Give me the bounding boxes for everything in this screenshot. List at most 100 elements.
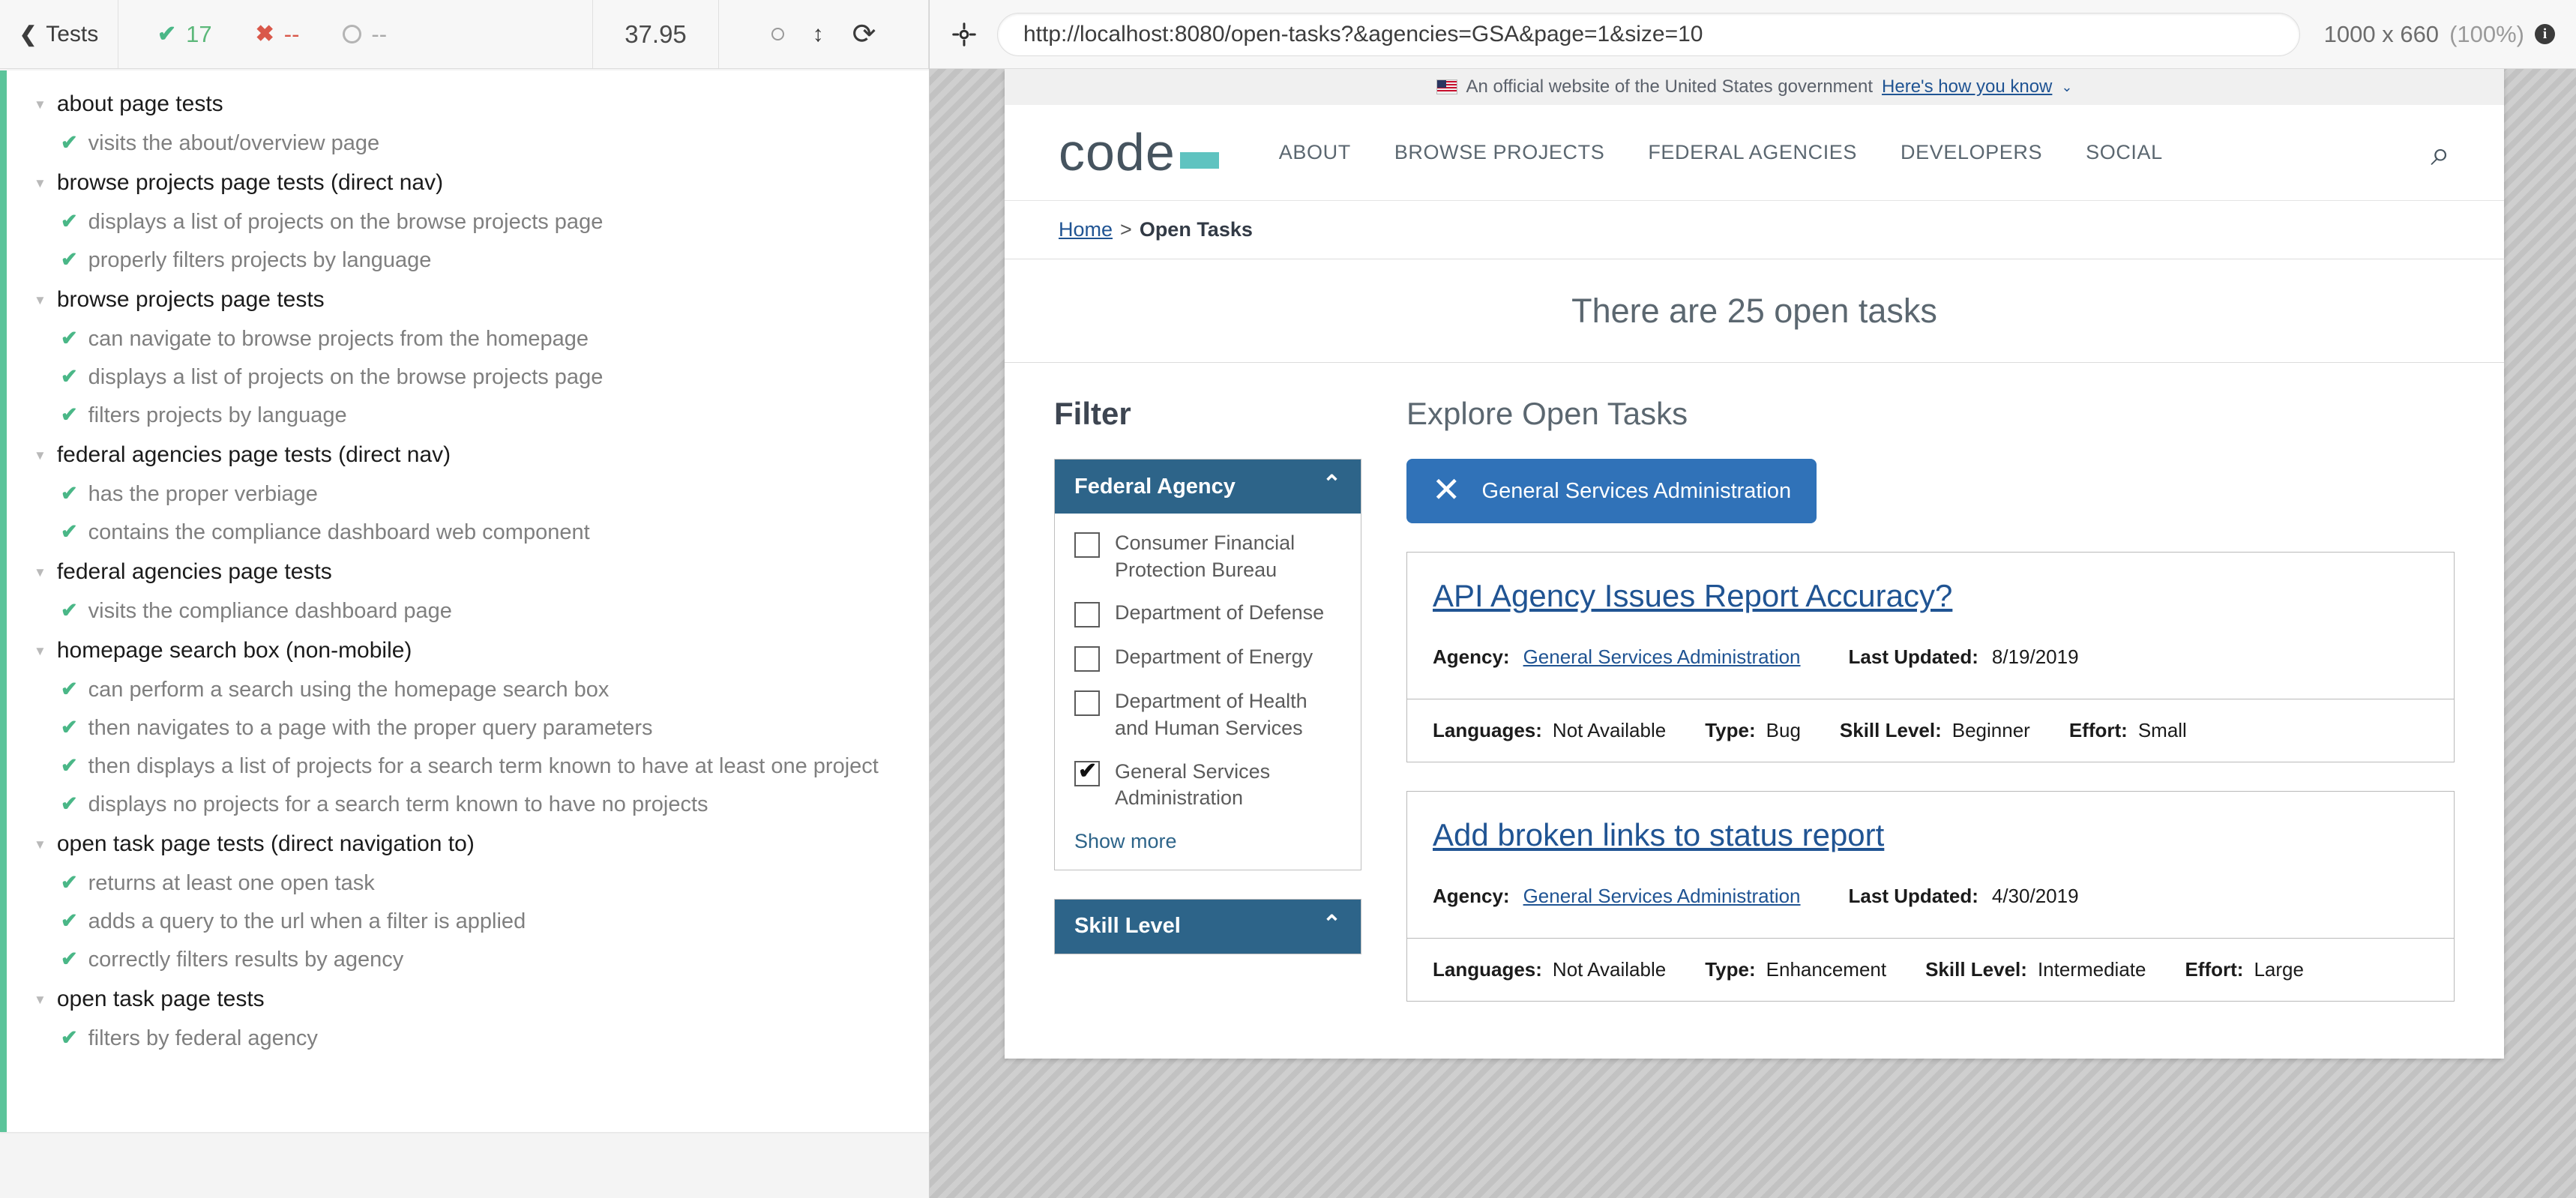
check-icon: ✔ [61, 248, 78, 271]
site-logo[interactable]: code [1059, 126, 1219, 178]
test-item[interactable]: ✔ adds a query to the url when a filter … [7, 903, 929, 941]
test-item[interactable]: ✔ has the proper verbiage [7, 475, 929, 514]
suite-header[interactable]: ▼ browse projects page tests (direct nav… [7, 163, 929, 203]
checkbox-row[interactable]: Consumer Financial Protection Bureau [1074, 530, 1341, 583]
test-item[interactable]: ✔ visits the compliance dashboard page [7, 592, 929, 630]
task-effort: Small [2137, 719, 2187, 741]
test-title: then displays a list of projects for a s… [88, 754, 879, 778]
check-icon: ✔ [61, 1026, 78, 1049]
task-meta: Agency: General Services Administration … [1433, 645, 2428, 669]
test-item[interactable]: ✔ can perform a search using the homepag… [7, 671, 929, 709]
task-last-updated: 8/19/2019 [1991, 645, 2079, 668]
test-list-panel[interactable]: ▼ about page tests ✔ visits the about/ov… [0, 69, 929, 1198]
nav-item-developers[interactable]: DEVELOPERS [1901, 141, 2042, 164]
check-icon: ✔ [61, 754, 78, 777]
suite-header[interactable]: ▼ about page tests [7, 84, 929, 124]
last-updated-label: Last Updated: [1848, 645, 1978, 668]
test-item[interactable]: ✔ filters by federal agency [7, 1020, 929, 1058]
test-item[interactable]: ✔ returns at least one open task [7, 864, 929, 903]
test-title: correctly filters results by agency [88, 948, 404, 972]
check-icon: ✔ [61, 716, 78, 738]
test-item[interactable]: ✔ properly filters projects by language [7, 241, 929, 280]
cypress-test-runner: ❮ Tests ✔ 17 ✖ -- -- 37.95 ↕ ⟳ ▼ about p… [0, 0, 930, 1198]
record-toggle-button[interactable] [771, 28, 784, 40]
check-icon: ✔ [61, 948, 78, 970]
filter-sidebar: Filter Federal Agency ⌃ Consumer Financi… [1054, 396, 1361, 1002]
checkbox-row[interactable]: Department of Defense [1074, 600, 1341, 628]
checkbox-row[interactable]: Department of Energy [1074, 644, 1341, 672]
task-title-link[interactable]: API Agency Issues Report Accuracy? [1433, 578, 1952, 614]
test-item[interactable]: ✔ then navigates to a page with the prop… [7, 709, 929, 747]
suite-header[interactable]: ▼ open task page tests (direct navigatio… [7, 824, 929, 864]
facet-skill-level-header[interactable]: Skill Level ⌃ [1055, 899, 1361, 954]
selector-playground-icon[interactable] [951, 21, 978, 48]
viewport-zoom: (100%) [2449, 20, 2524, 47]
test-title: has the proper verbiage [88, 482, 318, 506]
viewport-resize-button[interactable]: ↕ [813, 22, 824, 46]
test-item[interactable]: ✔ visits the about/overview page [7, 124, 929, 163]
close-icon[interactable]: ✕ [1432, 472, 1461, 507]
task-skill-level: Beginner [1951, 719, 2030, 741]
test-item[interactable]: ✔ correctly filters results by agency [7, 941, 929, 979]
task-card-footer: Languages: Not Available Type: Bug Skill… [1407, 699, 2454, 762]
task-agency-link[interactable]: General Services Administration [1523, 885, 1801, 908]
skill-level-label: Skill Level: [1839, 719, 1942, 741]
checkbox-icon[interactable] [1074, 602, 1100, 628]
check-icon: ✔ [61, 871, 78, 894]
nav-item-about[interactable]: ABOUT [1279, 141, 1351, 164]
facet-skill-level: Skill Level ⌃ [1054, 898, 1361, 954]
checkbox-row-selected[interactable]: General Services Administration [1074, 758, 1341, 812]
test-title: visits the about/overview page [88, 131, 380, 155]
test-item[interactable]: ✔ filters projects by language [7, 397, 929, 435]
url-input[interactable]: http://localhost:8080/open-tasks?&agenci… [997, 12, 2300, 56]
show-more-link[interactable]: Show more [1074, 828, 1341, 853]
test-item[interactable]: ✔ then displays a list of projects for a… [7, 747, 929, 786]
search-icon[interactable]: ⌕ [2431, 136, 2450, 170]
nav-item-social[interactable]: SOCIAL [2086, 141, 2163, 164]
nav-item-federal-agencies[interactable]: FEDERAL AGENCIES [1648, 141, 1857, 164]
test-item[interactable]: ✔ can navigate to browse projects from t… [7, 320, 929, 358]
last-updated-label: Last Updated: [1848, 885, 1978, 907]
test-item[interactable]: ✔ displays no projects for a search term… [7, 786, 929, 824]
breadcrumb: Home > Open Tasks [1005, 201, 2504, 259]
chevron-left-icon: ❮ [19, 22, 37, 46]
check-icon: ✔ [61, 365, 78, 388]
checkbox-checked-icon[interactable] [1074, 758, 1100, 786]
test-title: returns at least one open task [88, 871, 375, 895]
test-item[interactable]: ✔ displays a list of projects on the bro… [7, 358, 929, 397]
test-title: adds a query to the url when a filter is… [88, 909, 526, 933]
checkbox-icon[interactable] [1074, 690, 1100, 717]
task-title-link[interactable]: Add broken links to status report [1433, 817, 1884, 853]
reload-button[interactable]: ⟳ [852, 20, 876, 49]
app-root: ❮ Tests ✔ 17 ✖ -- -- 37.95 ↕ ⟳ ▼ about p… [0, 0, 2576, 1198]
task-card-body: Add broken links to status report Agency… [1407, 792, 2454, 938]
how-you-know-link[interactable]: Here's how you know [1882, 76, 2052, 97]
test-title: then navigates to a page with the proper… [88, 716, 653, 740]
checkbox-icon[interactable] [1074, 646, 1100, 672]
suite-header[interactable]: ▼ browse projects page tests [7, 280, 929, 320]
checkbox-icon[interactable] [1074, 532, 1100, 558]
check-icon: ✔ [61, 482, 78, 505]
task-agency-link[interactable]: General Services Administration [1523, 645, 1801, 669]
effort-label: Effort: [2068, 719, 2128, 741]
suite-header[interactable]: ▼ federal agencies page tests [7, 552, 929, 592]
checkbox-row[interactable]: Department of Health and Human Services [1074, 688, 1341, 741]
suite-header[interactable]: ▼ open task page tests [7, 979, 929, 1020]
suite-header[interactable]: ▼ homepage search box (non-mobile) [7, 630, 929, 671]
task-last-updated: 4/30/2019 [1991, 885, 2079, 907]
test-title: can navigate to browse projects from the… [88, 327, 589, 351]
chevron-up-icon: ⌃ [1322, 911, 1341, 936]
facet-federal-agency-header[interactable]: Federal Agency ⌃ [1055, 460, 1361, 514]
back-to-tests-button[interactable]: ❮ Tests [0, 0, 118, 68]
check-icon: ✔ [61, 520, 78, 543]
breadcrumb-home-link[interactable]: Home [1059, 218, 1113, 241]
test-item[interactable]: ✔ contains the compliance dashboard web … [7, 514, 929, 552]
runner-header: ❮ Tests ✔ 17 ✖ -- -- 37.95 ↕ ⟳ [0, 0, 929, 69]
us-flag-icon [1436, 79, 1457, 94]
test-item[interactable]: ✔ displays a list of projects on the bro… [7, 203, 929, 241]
info-icon[interactable]: i [2535, 24, 2555, 44]
active-filter-chip[interactable]: ✕ General Services Administration [1406, 459, 1817, 523]
circle-icon [343, 25, 362, 43]
suite-header[interactable]: ▼ federal agencies page tests (direct na… [7, 435, 929, 475]
nav-item-browse-projects[interactable]: BROWSE PROJECTS [1394, 141, 1605, 164]
